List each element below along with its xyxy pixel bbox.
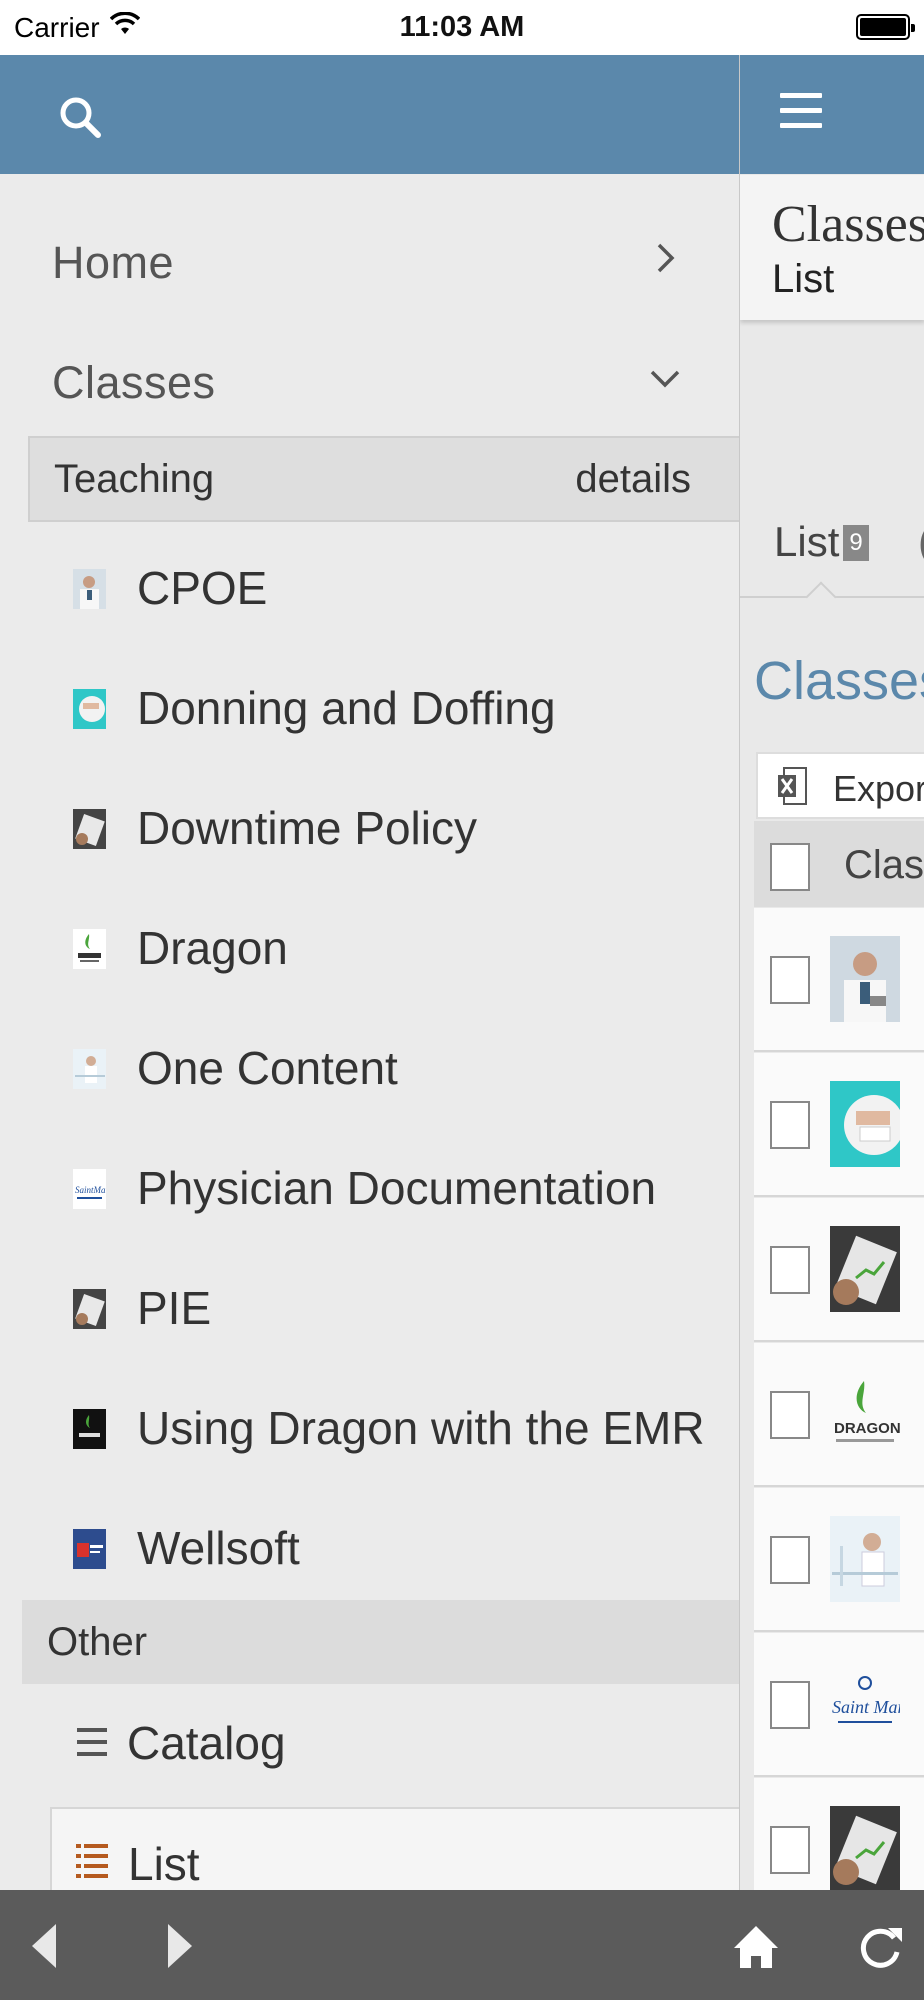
row-checkbox[interactable] (770, 1536, 810, 1584)
tab-count-badge: 9 (843, 525, 869, 561)
class-name: CPOE (137, 562, 268, 614)
bulleted-list-icon (76, 1844, 108, 1878)
page-subtitle: List (772, 257, 835, 301)
row-checkbox[interactable] (770, 1826, 810, 1874)
class-thumbnail (73, 1289, 106, 1329)
reload-icon[interactable] (850, 1918, 910, 1974)
row-thumbnail (830, 936, 900, 1022)
row-thumbnail (830, 1516, 900, 1602)
class-item-wellsoft[interactable]: Wellsoft (0, 1487, 739, 1606)
row-thumbnail (830, 1226, 900, 1312)
class-thumbnail: SaintMary's (73, 1169, 106, 1209)
svg-text:SaintMary's: SaintMary's (75, 1185, 106, 1195)
battery-icon (856, 14, 915, 40)
class-item-dragon-emr[interactable]: Using Dragon with the EMR (0, 1367, 739, 1486)
class-name: One Content (137, 1042, 398, 1094)
class-thumbnail (73, 1529, 106, 1569)
chevron-down-icon (650, 370, 680, 388)
main-header (740, 55, 924, 174)
page-title: Classes (772, 196, 924, 253)
tab-list[interactable]: List (774, 518, 839, 566)
excel-export-icon (778, 767, 807, 805)
class-item-one-content[interactable]: One Content (0, 1007, 739, 1126)
sidebar: Home Classes Teaching details CPOE Donni… (0, 55, 739, 1890)
sidebar-item-home[interactable]: Home (0, 205, 739, 315)
table-row[interactable]: DRAGON (754, 1343, 924, 1487)
select-all-checkbox[interactable] (770, 843, 810, 891)
row-thumbnail (830, 1081, 900, 1167)
chevron-right-icon (657, 243, 675, 273)
table-header: Class (754, 821, 924, 907)
class-thumbnail (73, 929, 106, 969)
class-thumbnail (73, 569, 106, 609)
home-icon[interactable] (726, 1918, 786, 1974)
clock: 11:03 AM (399, 11, 525, 43)
table-row[interactable] (754, 1053, 924, 1197)
row-checkbox[interactable] (770, 1246, 810, 1294)
row-thumbnail: Saint Mary's (830, 1661, 900, 1747)
sidebar-item-classes[interactable]: Classes (0, 325, 739, 435)
table-row[interactable] (754, 1778, 924, 1890)
browser-toolbar (0, 1890, 924, 2000)
sidebar-item-list-active[interactable]: List (50, 1807, 739, 1890)
sidebar-item-label: Home (52, 237, 175, 288)
row-thumbnail (830, 1806, 900, 1890)
sidebar-header (0, 55, 739, 174)
class-thumbnail (73, 809, 106, 849)
class-name: Downtime Policy (137, 802, 477, 854)
row-checkbox[interactable] (770, 1101, 810, 1149)
table-row[interactable] (754, 908, 924, 1052)
class-name: Using Dragon with the EMR (137, 1402, 705, 1454)
other-group-header: Other (22, 1600, 739, 1684)
page-title-card: Classes List (740, 175, 924, 320)
table-row[interactable] (754, 1198, 924, 1342)
svg-text:DRAGON: DRAGON (834, 1420, 900, 1437)
class-item-physician-doc[interactable]: SaintMary's Physician Documentation (0, 1127, 739, 1246)
svg-text:Saint Mary's: Saint Mary's (832, 1697, 900, 1717)
search-icon[interactable] (56, 93, 104, 141)
class-name: Donning and Doffing (137, 682, 556, 734)
main-panel: Classes List List 9 ( Classes Export Cla… (739, 55, 924, 1890)
teaching-label: Teaching (54, 457, 215, 501)
class-thumbnail (73, 1049, 106, 1089)
list-icon (77, 1728, 107, 1756)
row-thumbnail: DRAGON (830, 1371, 900, 1457)
table-row[interactable] (754, 1488, 924, 1632)
section-heading: Classes (754, 651, 924, 711)
sidebar-item-label: Catalog (127, 1717, 286, 1769)
teaching-group-header: Teaching details (28, 436, 739, 522)
sidebar-item-label: List (128, 1838, 200, 1890)
forward-icon[interactable] (150, 1918, 210, 1974)
tab-next-partial[interactable]: ( (918, 518, 924, 566)
sidebar-item-catalog[interactable]: Catalog (0, 1686, 739, 1798)
active-tab-caret (805, 581, 837, 613)
class-name: Wellsoft (137, 1522, 300, 1574)
view-tabs: List 9 ( (740, 505, 924, 613)
status-bar: Carrier 11:03 AM (0, 0, 924, 55)
column-header-class: Class (844, 843, 924, 887)
hamburger-menu-icon[interactable] (780, 93, 822, 131)
class-thumbnail (73, 1409, 106, 1449)
class-item-pie[interactable]: PIE (0, 1247, 739, 1366)
class-name: Physician Documentation (137, 1162, 657, 1214)
table-row[interactable]: Saint Mary's (754, 1633, 924, 1777)
class-name: PIE (137, 1282, 212, 1334)
class-item-dragon[interactable]: Dragon (0, 887, 739, 1006)
class-item-donning[interactable]: Donning and Doffing (0, 647, 739, 766)
row-checkbox[interactable] (770, 1681, 810, 1729)
export-label: Export (833, 768, 924, 809)
row-checkbox[interactable] (770, 956, 810, 1004)
details-link[interactable]: details (575, 457, 691, 502)
other-label: Other (47, 1620, 148, 1664)
class-name: Dragon (137, 922, 288, 974)
class-thumbnail (73, 689, 106, 729)
row-checkbox[interactable] (770, 1391, 810, 1439)
class-item-downtime[interactable]: Downtime Policy (0, 767, 739, 886)
back-icon[interactable] (14, 1918, 74, 1974)
sidebar-item-label: Classes (52, 357, 216, 408)
export-button[interactable]: Export (756, 752, 924, 819)
class-item-cpoe[interactable]: CPOE (0, 527, 739, 646)
